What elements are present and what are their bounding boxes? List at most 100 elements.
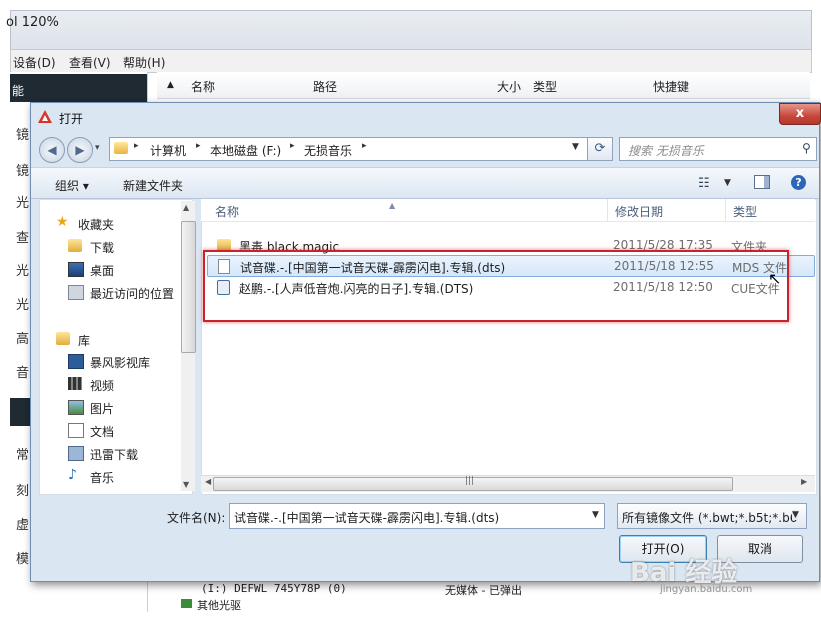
nav-item-label: 图片 xyxy=(90,402,115,416)
app-logo-icon xyxy=(38,110,52,123)
download-library-icon xyxy=(68,446,84,461)
view-options-icon[interactable]: ☷ xyxy=(698,176,710,191)
sidebar-char[interactable]: 常 xyxy=(16,444,29,463)
forward-button[interactable]: ▶ xyxy=(67,137,93,163)
nav-item-label: 暴风影视库 xyxy=(90,356,151,370)
bg-col-name[interactable]: 名称 xyxy=(191,78,215,95)
recent-places-icon xyxy=(68,285,84,300)
bg-col-shortcut[interactable]: 快捷键 xyxy=(653,78,689,95)
breadcrumb-arrow-icon[interactable]: ▸ xyxy=(290,141,295,151)
scroll-up-icon[interactable]: ▲ xyxy=(183,203,189,212)
nav-item-label: 桌面 xyxy=(90,264,115,278)
sidebar-header-glyph: 能 xyxy=(12,84,25,98)
breadcrumb-arrow-icon[interactable]: ▸ xyxy=(196,141,201,151)
sidebar-char[interactable]: 光 xyxy=(16,260,29,279)
drive-row-status: 无媒体 - 已弹出 xyxy=(445,584,522,597)
back-button[interactable]: ◀ xyxy=(39,137,65,163)
chevron-down-icon[interactable]: ▼ xyxy=(792,510,799,520)
sidebar-char[interactable]: 刻 xyxy=(16,480,29,499)
video-library-icon xyxy=(68,354,84,369)
scroll-left-icon[interactable]: ◀ xyxy=(205,477,211,486)
nav-libraries-label: 库 xyxy=(78,334,91,348)
sidebar-char[interactable]: 镜 xyxy=(16,124,29,143)
search-icon[interactable]: ⚲ xyxy=(802,141,811,155)
breadcrumb-folder[interactable]: 无损音乐 xyxy=(304,142,352,159)
col-type[interactable]: 类型 xyxy=(733,203,757,220)
scroll-grip-icon: ||| xyxy=(465,476,475,486)
drive-icon xyxy=(181,599,192,608)
dialog-titlebar[interactable]: 打开 x xyxy=(31,103,821,131)
help-icon[interactable]: ? xyxy=(791,175,806,190)
sidebar-char[interactable]: 音 xyxy=(16,362,29,381)
annotation-highlight xyxy=(203,250,789,322)
nav-scrollbar-thumb[interactable] xyxy=(181,221,196,353)
sidebar-char[interactable]: 高 xyxy=(16,328,29,347)
breadcrumb-arrow-icon[interactable]: ▸ xyxy=(134,141,139,151)
bg-col-size[interactable]: 大小 xyxy=(497,78,521,95)
desktop-icon xyxy=(68,262,84,277)
search-input[interactable]: 搜索 无损音乐 ⚲ xyxy=(619,137,817,161)
background-window-titlebar xyxy=(10,10,812,49)
sidebar-char[interactable]: 光 xyxy=(16,192,29,211)
star-icon: ★ xyxy=(56,214,69,230)
file-list-header: 名称 修改日期 类型 xyxy=(201,199,815,222)
sort-up-icon: ▲ xyxy=(167,80,174,90)
nav-favorites-label: 收藏夹 xyxy=(78,218,115,232)
chevron-down-icon[interactable]: ▼ xyxy=(592,510,599,520)
nav-item-label: 文档 xyxy=(90,425,115,439)
dialog-title: 打开 xyxy=(59,112,84,126)
scroll-down-icon[interactable]: ▼ xyxy=(183,480,189,489)
menu-view[interactable]: 查看(V) xyxy=(69,54,111,71)
close-button[interactable]: x xyxy=(779,103,821,125)
col-date[interactable]: 修改日期 xyxy=(615,203,663,220)
background-list-header: ▲ 名称 路径 大小 类型 快捷键 xyxy=(157,72,810,99)
organize-button[interactable]: 组织 ▾ xyxy=(55,177,89,194)
bg-col-type[interactable]: 类型 xyxy=(533,78,557,95)
new-folder-button[interactable]: 新建文件夹 xyxy=(123,177,183,194)
column-divider[interactable] xyxy=(607,199,608,221)
sidebar-header-dark: 能 xyxy=(10,74,147,102)
chevron-down-icon[interactable]: ▼ xyxy=(572,142,579,152)
chevron-down-icon[interactable]: ▼ xyxy=(724,178,731,188)
sidebar-char[interactable]: 查 xyxy=(16,227,29,246)
background-menubar: 设备(D) 查看(V) 帮助(H) xyxy=(10,49,812,73)
menu-help[interactable]: 帮助(H) xyxy=(123,54,165,71)
sidebar-char[interactable]: 虚 xyxy=(16,514,29,533)
other-drives-label[interactable]: 其他光驱 xyxy=(197,597,241,613)
recent-locations-icon[interactable]: ▾ xyxy=(95,143,100,153)
bg-col-path[interactable]: 路径 xyxy=(313,78,337,95)
nav-item-label: 下载 xyxy=(90,241,115,255)
breadcrumb-computer[interactable]: 计算机 xyxy=(150,142,186,159)
col-name[interactable]: 名称 xyxy=(215,203,239,220)
documents-icon xyxy=(68,423,84,438)
folder-icon xyxy=(114,142,128,154)
filename-input[interactable]: 试音碟.-.[中国第一试音天碟-霹雳闪电].专辑.(dts) ▼ xyxy=(229,503,605,529)
video-icon xyxy=(68,377,82,390)
download-folder-icon xyxy=(68,239,82,252)
filename-value: 试音碟.-.[中国第一试音天碟-霹雳闪电].专辑.(dts) xyxy=(234,511,500,525)
pictures-icon xyxy=(68,400,84,415)
navigation-pane: ★ 收藏夹 下载 桌面 最近访问的位置 库 暴风影视库 视频 图片 文档 迅雷下… xyxy=(39,199,193,495)
file-type-filter[interactable]: 所有镜像文件 (*.bwt;*.b5t;*.b6 ▼ xyxy=(617,503,807,529)
open-file-dialog: 打开 x ◀ ▶ ▾ ▸ 计算机 ▸ 本地磁盘 (F:) ▸ 无损音乐 ▸ ▼ … xyxy=(30,102,821,582)
menu-device[interactable]: 设备(D) xyxy=(13,54,56,71)
background-window-title: ol 120% xyxy=(6,15,59,30)
filename-label: 文件名(N): xyxy=(167,511,226,525)
preview-pane-icon[interactable] xyxy=(754,175,770,189)
sidebar-char[interactable]: 光 xyxy=(16,294,29,313)
nav-item-label: 视频 xyxy=(90,379,115,393)
sidebar-char[interactable]: 镜 xyxy=(16,160,29,179)
breadcrumb-arrow-icon[interactable]: ▸ xyxy=(362,141,367,151)
library-icon xyxy=(56,332,70,345)
nav-item-label: 音乐 xyxy=(90,471,115,485)
column-divider[interactable] xyxy=(725,199,726,221)
filter-value: 所有镜像文件 (*.bwt;*.b5t;*.b6 xyxy=(622,511,798,525)
address-bar[interactable]: ▸ 计算机 ▸ 本地磁盘 (F:) ▸ 无损音乐 ▸ ▼ xyxy=(109,137,589,161)
sidebar-char[interactable]: 模 xyxy=(16,548,29,567)
scroll-right-icon[interactable]: ▶ xyxy=(801,477,807,486)
breadcrumb-drive[interactable]: 本地磁盘 (F:) xyxy=(210,142,281,159)
nav-item-label: 迅雷下载 xyxy=(90,448,139,462)
music-note-icon: ♪ xyxy=(68,467,77,483)
refresh-button[interactable]: ⟳ xyxy=(587,137,613,161)
drive-row-label[interactable]: (I:) DEFWL 745Y78P (0) xyxy=(201,582,347,595)
